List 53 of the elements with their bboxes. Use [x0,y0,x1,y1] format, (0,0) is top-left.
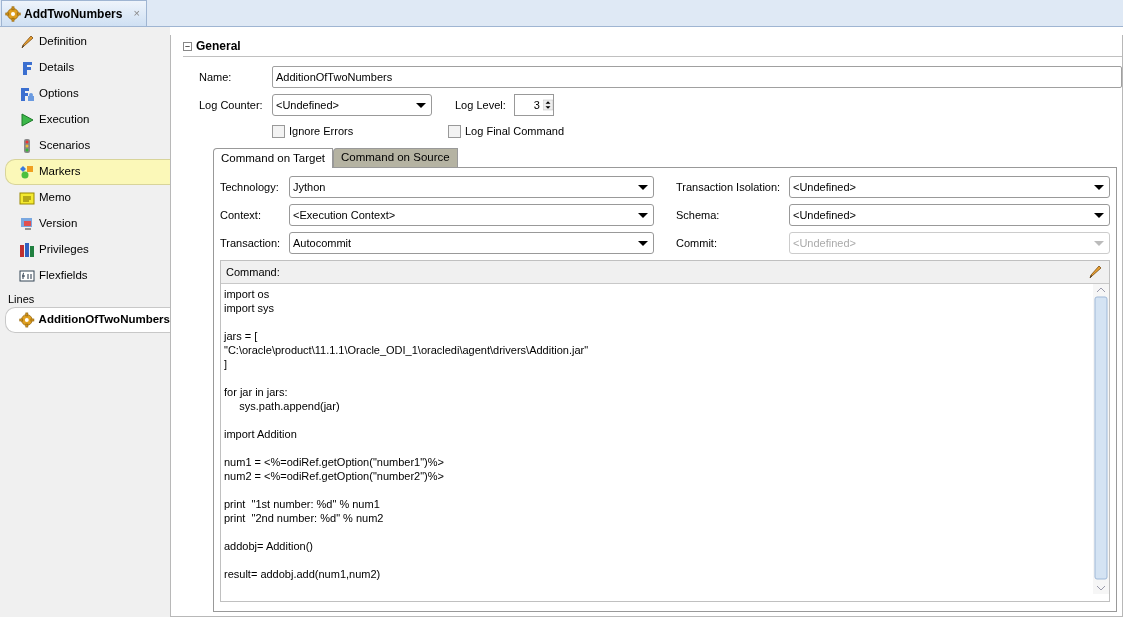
field-label: Schema: [676,207,721,223]
field-label: Log Counter: [199,97,264,113]
sidebar-item[interactable]: Details [5,55,170,81]
sidebar-item[interactable]: Scenarios [5,133,170,159]
sidebar-item[interactable]: Privileges [5,237,170,263]
sidebar-item[interactable]: Version [5,211,170,237]
pencil-icon [1087,264,1103,280]
tab[interactable]: Command on Target [213,148,333,168]
log-counter-dropdown[interactable]: <Undefined> [272,94,432,116]
tab[interactable]: Command on Source [333,148,458,167]
field-label: Log Level: [455,97,506,113]
tab-title: AddTwoNumbers [24,5,123,23]
sidebar-item[interactable]: Options [5,81,170,107]
field-label: Transaction: [220,235,282,251]
document-tab[interactable]: AddTwoNumbers × [1,0,147,26]
scrollbar[interactable] [1093,284,1109,594]
checkbox[interactable] [272,124,285,138]
function-box-icon [19,268,35,284]
field-label: Commit: [676,235,718,251]
field-label: Transaction Isolation: [676,179,782,195]
shapes-icon [19,164,35,180]
field-label: Context: [220,207,262,223]
checkbox-label: Ignore Errors [289,123,354,139]
gear-icon [19,312,35,328]
dropdown[interactable]: Jython [289,176,654,198]
checkbox-label: Log Final Command [465,123,565,139]
books-icon [19,242,35,258]
name-field[interactable]: AdditionOfTwoNumbers [272,66,1122,88]
sidebar-item[interactable]: Definition [5,29,170,55]
play-icon [19,112,35,128]
sidebar-item[interactable]: Memo [5,185,170,211]
checkbox[interactable] [448,124,461,138]
sidebar-item[interactable]: Markers [5,159,170,185]
field-label: Name: [199,69,233,85]
dropdown[interactable]: <Execution Context> [289,204,654,226]
sidebar-item[interactable]: Execution [5,107,170,133]
gear-icon [5,5,21,22]
section-title: General [196,38,241,55]
collapse-button[interactable] [183,41,192,51]
letter-f-icon [19,86,35,102]
log-level-spinner[interactable]: 3 [513,94,554,116]
note-icon [19,190,35,206]
code-editor[interactable]: import os import sys jars = [ "C:\oracle\product\11.1.1\Oracle_ODI_1\oracledi\agent\drivers\Addition.jar" ] for jar in jars: sys.path.append(jar) import Addition num1 = <%=odiRef.getOption("number1")%> num2 = <%=odiRef.getOption("number2")%> print "1st number: %d" % num1 print "2nd number: %d" % num2 addobj= Addition() result= addobj.add(num1,num2) [221,284,1093,601]
section-label: Lines [7,292,36,307]
field-label: Technology: [220,179,280,195]
dropdown[interactable]: <Undefined> [789,176,1110,198]
command-label: Command: [226,264,280,280]
line-item[interactable]: AdditionOfTwoNumbers [5,307,170,333]
pencil-icon [19,34,35,50]
version-icon [19,216,35,232]
sidebar-item[interactable]: Flexfields [5,263,170,289]
dropdown[interactable]: <Undefined> [789,204,1110,226]
dropdown[interactable]: Autocommit [289,232,654,254]
